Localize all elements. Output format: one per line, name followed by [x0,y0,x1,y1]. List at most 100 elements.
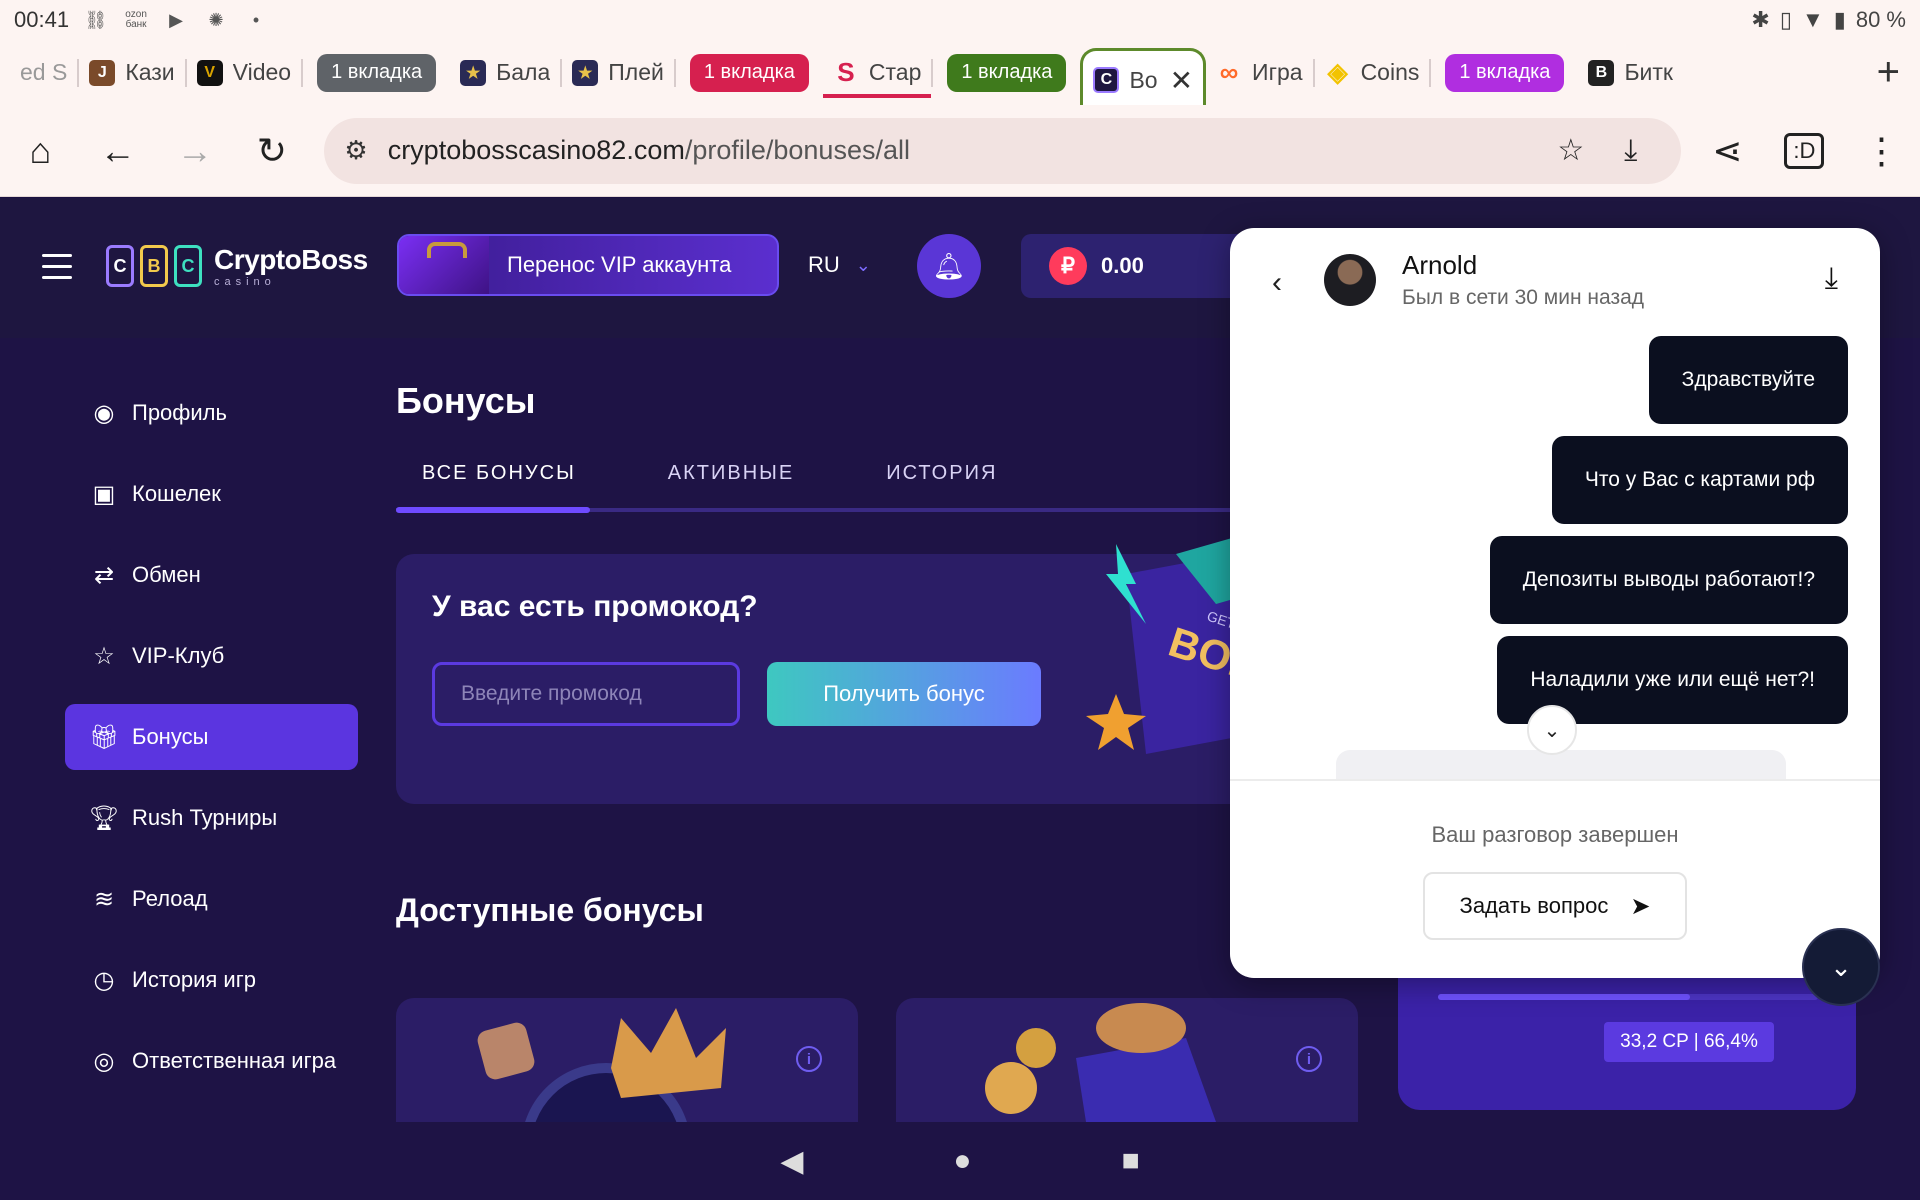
sidebar-item-profile[interactable]: ◉ Профиль [65,380,358,446]
home-icon[interactable]: ⌂ [2,112,79,190]
sidebar-item-wallet[interactable]: ▣ Кошелек [65,461,358,527]
bonus-card[interactable]: i [896,998,1358,1122]
status-bar: 00:41 ⛓ ozon банк ▶ ✺ • ✱ ▯ ▼ ▮ 80 % [0,0,1920,40]
sidebar-item-vip-club[interactable]: ☆ VIP-Клуб [65,623,358,689]
nav-home-icon[interactable]: ● [953,1144,971,1178]
tab-active[interactable]: АКТИВНЫЕ [602,462,820,508]
tab-divider [931,58,934,87]
tab-group-chip[interactable]: 1 вкладка [317,53,437,92]
sidebar-item-rush-tournaments[interactable]: 🏆︎ Rush Турниры [65,785,358,851]
hamburger-menu-icon[interactable] [42,254,72,287]
clock: 00:41 [14,7,70,32]
tab[interactable]: ◈ Coins [1315,48,1430,98]
site-logo[interactable]: C B C CryptoBoss casino [106,244,368,288]
download-icon[interactable]: ⤓ [1601,134,1661,168]
menu-icon[interactable]: ⋮ [1843,112,1920,190]
back-icon[interactable]: ← [79,112,156,190]
sidebar-item-label: Профиль [132,400,227,425]
exchange-icon: ⇄ [93,561,115,589]
sidebar-item-label: Релоад [132,886,208,911]
battery-icon: ▮ [1833,7,1846,32]
sidebar-item-label: Кошелек [132,481,221,506]
tab-divider [1429,58,1432,87]
vip-transfer-button[interactable]: Перенос VIP аккаунта [397,234,779,296]
scroll-down-chevron-icon[interactable]: ⌄ [1527,705,1577,755]
sidebar-item-responsible-gaming[interactable]: ◎ Ответственная игра [65,1028,358,1094]
tab-switcher-icon[interactable]: :D [1766,112,1843,190]
android-nav-bar: ◀ ● ■ [0,1122,1920,1200]
chat-message: Депозиты выводы работают!? [1489,536,1848,624]
url-path: /profile/bonuses/all [684,135,910,165]
promo-code-input[interactable] [432,662,740,726]
bonus-card[interactable]: i [396,998,858,1122]
sidebar-item-game-history[interactable]: ◷ История игр [65,947,358,1013]
gift-ribbon-shape [1096,1003,1186,1053]
send-arrow-icon: ➤ [1630,892,1651,920]
info-icon[interactable]: i [1296,1046,1322,1072]
reload-icon[interactable]: ↻ [233,112,310,190]
tab-strip: ed S J Кази V Video 1 вкладка ★ Бала ★ Плей … [0,40,1920,110]
forward-icon[interactable]: → [156,112,233,190]
sidebar-item-exchange[interactable]: ⇄ Обмен [65,542,358,608]
nav-back-icon[interactable]: ◀ [780,1144,803,1179]
tab[interactable]: V Video [187,48,301,98]
tab-favicon: V [196,59,223,86]
site-settings-icon[interactable]: ⚙ [344,135,367,166]
new-tab-button[interactable]: + [1877,50,1900,95]
chevron-down-icon: ⌄ [1830,951,1852,982]
chevron-left-icon[interactable]: ‹ [1272,266,1282,300]
tab-active[interactable]: C Во ✕ [1080,47,1207,110]
crown-chip-illustration [477,1008,726,1122]
agent-name: Arnold [1402,250,1478,280]
page-title: Бонусы [396,380,536,421]
sidebar-item-label: Ответственная игра [132,1048,337,1073]
tab[interactable]: ★ Бала [450,48,560,98]
tab[interactable]: J Кази [79,48,184,98]
logo-letter: C [106,245,134,287]
tab[interactable]: ★ Плей [562,48,674,98]
tab[interactable]: B Битк [1578,48,1683,98]
download-transcript-icon[interactable]: ⤓ [1825,262,1838,296]
ask-question-button[interactable]: Задать вопрос ➤ [1423,872,1687,940]
star-icon [1086,694,1146,750]
tab-history[interactable]: ИСТОРИЯ [820,462,1023,508]
tab-favicon: ∞ [1219,57,1239,87]
tab[interactable]: ed S [10,48,77,98]
balance-box[interactable]: ₽ 0.00 [1021,234,1251,298]
share-icon[interactable]: ⋖ [1689,112,1766,190]
tab-group-chip[interactable]: 1 вкладка [689,53,809,92]
nav-recents-icon[interactable]: ■ [1122,1144,1140,1178]
sidebar-item-bonuses[interactable]: 🎁︎ Бонусы [65,704,358,770]
tab-group-chip[interactable]: 1 вкладка [947,53,1067,92]
info-icon[interactable]: i [796,1046,822,1072]
get-bonus-button[interactable]: Получить бонус [767,662,1041,726]
close-tab-icon[interactable]: ✕ [1170,64,1193,97]
sidebar-item-reload[interactable]: ≋ Релоад [65,866,358,932]
vip-progress-bar [1438,994,1818,1000]
logo-name: CryptoBoss [214,244,368,275]
eye-icon: ◎ [93,1047,115,1075]
tab-favicon: S [837,57,855,87]
address-bar[interactable]: ⚙ cryptobosscasino82.com/profile/bonuses… [324,117,1681,184]
crown-icon [611,1008,726,1098]
tab-divider [673,58,676,87]
notifications-bell-icon[interactable]: 🔔︎ [917,234,981,298]
url-text[interactable]: cryptobosscasino82.com/profile/bonuses/a… [388,135,1541,166]
sidebar-item-label: История игр [132,967,256,992]
tab[interactable]: ∞ Игра [1206,48,1313,98]
tab-group-chip[interactable]: 1 вкладка [1445,53,1565,92]
bitcoin-coin-icon [985,1062,1037,1114]
language-selector[interactable]: RU ⌄ [808,252,871,278]
collapse-chat-button[interactable]: ⌄ [1802,928,1880,1006]
youtube-icon: ▶ [169,9,183,30]
bookmark-star-icon[interactable]: ☆ [1541,133,1601,168]
tab-all-bonuses[interactable]: ВСЕ БОНУСЫ [396,462,602,508]
eth-coin-icon [1016,1028,1056,1068]
tab[interactable]: S Стар [822,48,932,98]
balance-value: 0.00 [1101,253,1144,278]
available-bonuses-title: Доступные бонусы [396,892,704,928]
tab-favicon: J [89,59,116,86]
vibrate-icon: ▯ [1779,7,1792,32]
tabs-underline [396,507,1296,513]
tab-favicon: ★ [572,59,599,86]
